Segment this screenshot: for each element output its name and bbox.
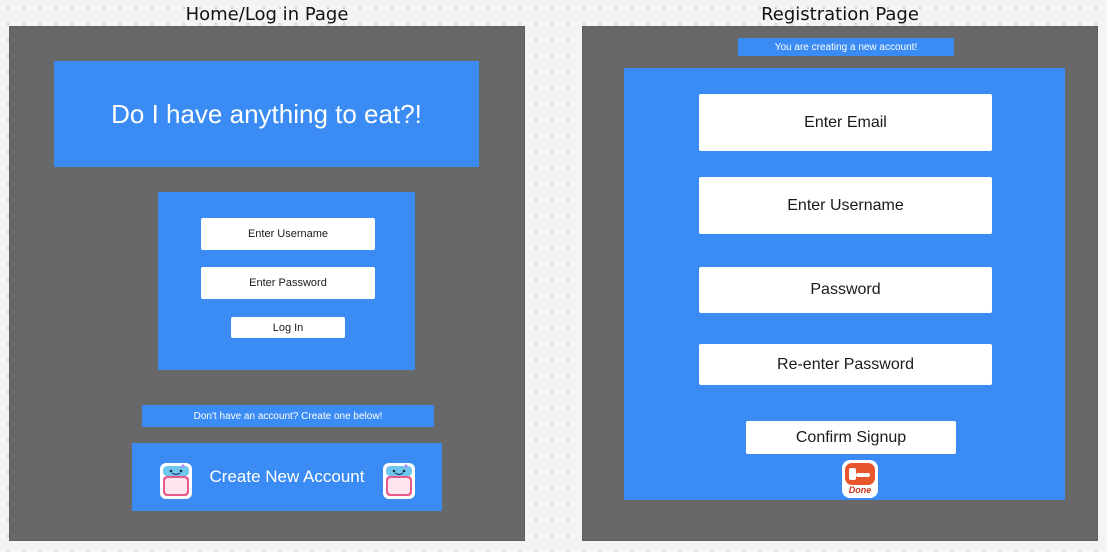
home-frame-title: Home/Log in Page	[185, 4, 349, 25]
hero-title: Do I have anything to eat?!	[111, 98, 422, 129]
signup-prompt: Don't have an account? Create one below!	[142, 405, 434, 427]
jam-sticker-icon	[383, 463, 415, 499]
jam-sticker-icon	[160, 463, 192, 499]
registration-frame-title: Registration Page	[761, 4, 919, 25]
registration-panel: Enter Email Enter Username Password Re-e…	[624, 68, 1065, 500]
username-input[interactable]: Enter Username	[201, 218, 375, 250]
username-input[interactable]: Enter Username	[699, 177, 992, 234]
confirm-signup-button[interactable]: Confirm Signup	[746, 421, 956, 454]
create-account-button[interactable]: Create New Account	[132, 443, 442, 511]
home-frame: Do I have anything to eat?! Enter Userna…	[10, 27, 524, 540]
registration-frame: You are creating a new account! Enter Em…	[583, 27, 1097, 540]
registration-banner-text: You are creating a new account!	[774, 41, 918, 53]
create-account-label: Create New Account	[209, 467, 365, 486]
registration-banner: You are creating a new account!	[738, 38, 954, 56]
hero-banner: Do I have anything to eat?!	[54, 61, 479, 167]
password-input[interactable]: Enter Password	[201, 267, 375, 299]
login-panel: Enter Username Enter Password Log In	[158, 192, 415, 370]
login-button[interactable]: Log In	[231, 317, 345, 338]
reenter-password-input[interactable]: Re-enter Password	[699, 344, 992, 385]
email-input[interactable]: Enter Email	[699, 94, 992, 151]
signup-prompt-text: Don't have an account? Create one below!	[193, 410, 383, 422]
password-input[interactable]: Password	[699, 267, 992, 313]
done-sticker-label: Done	[848, 485, 872, 495]
